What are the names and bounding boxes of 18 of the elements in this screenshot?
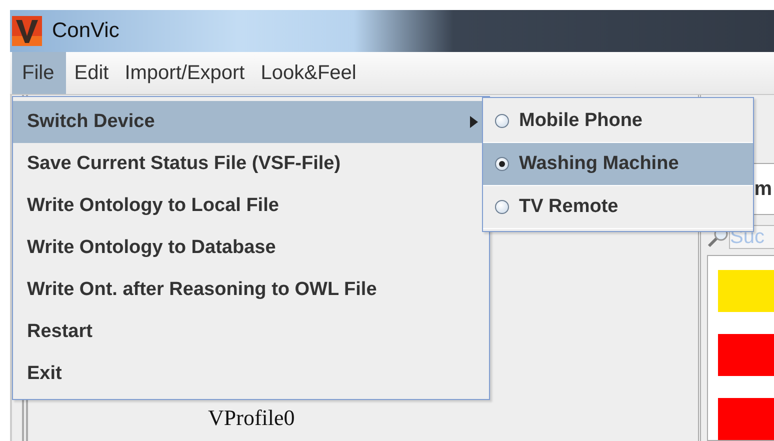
menu-option[interactable]: Exit (13, 353, 489, 395)
menu-option[interactable]: Write Ont. after Reasoning to OWL File (13, 269, 489, 311)
menu-item[interactable]: Edit (66, 52, 117, 94)
menu-item[interactable]: File (12, 52, 66, 94)
menu-option[interactable]: Restart (13, 311, 489, 353)
panel-label: m (754, 178, 772, 200)
submenu-arrow-icon (469, 115, 479, 129)
radio-menu-option[interactable]: TV Remote (483, 186, 753, 229)
profile-label: VProfile0 (208, 405, 296, 432)
window-title: ConVic (52, 19, 120, 43)
menu-item[interactable]: Look&Feel (252, 52, 364, 94)
radio-button[interactable] (495, 200, 509, 214)
radio-menu-option[interactable]: Washing Machine (483, 143, 753, 186)
radio-button[interactable] (495, 114, 509, 128)
menu-option[interactable]: Write Ontology to Database (13, 227, 489, 269)
app-logo-icon (12, 16, 42, 46)
radio-button[interactable] (495, 157, 509, 171)
menu-item[interactable]: Import/Export (116, 52, 253, 94)
